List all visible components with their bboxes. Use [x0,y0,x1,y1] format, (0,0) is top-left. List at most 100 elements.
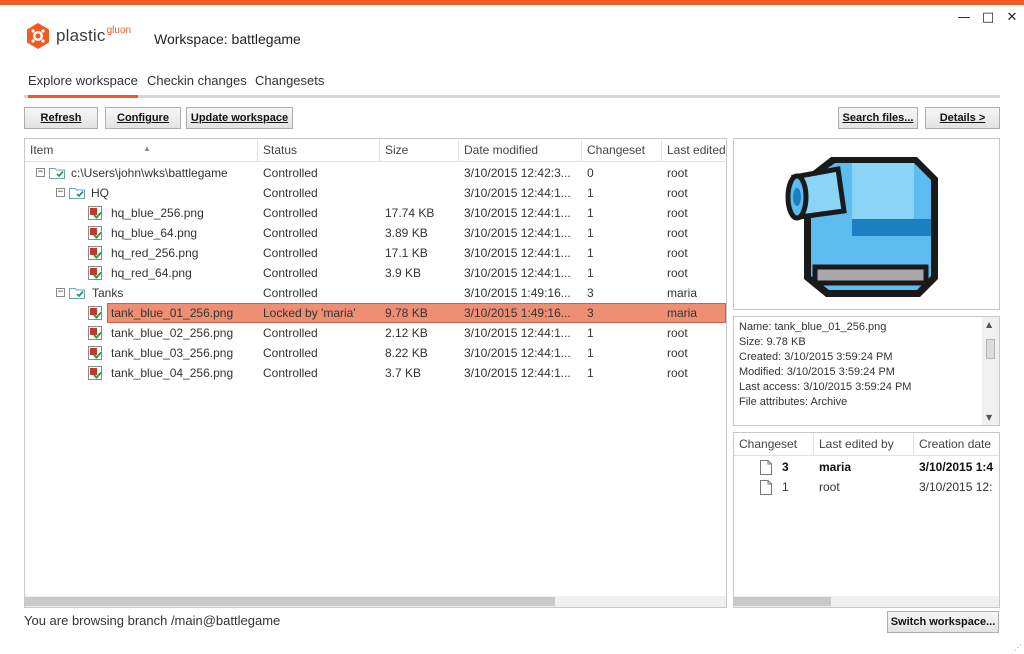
minimize-button[interactable]: — [952,8,976,26]
item-name: tank_blue_04_256.png [111,366,234,380]
table-row[interactable]: tank_blue_02_256.png Controlled 2.12 KB … [25,323,726,343]
tab-explore-workspace[interactable]: Explore workspace [28,72,138,98]
item-last-edited: root [667,326,688,340]
item-name: hq_blue_64.png [111,226,198,240]
item-last-edited: root [667,366,688,380]
main-tabs: Explore workspace Checkin changes Change… [24,72,1000,98]
configure-button[interactable]: Configure [105,107,181,129]
folder-controlled-icon [69,188,85,199]
item-date: 3/10/2015 12:44:1... [464,366,571,380]
table-row[interactable]: − Tanks Controlled 3/10/2015 1:49:16... … [25,283,726,303]
history-user: maria [819,460,852,474]
tab-changesets[interactable]: Changesets [255,72,324,95]
item-date: 3/10/2015 1:49:16... [464,306,571,320]
history-user: root [819,480,840,494]
column-header-changeset[interactable]: Changeset [582,139,662,162]
table-row-selected[interactable]: tank_blue_01_256.png Locked by 'maria' 9… [25,303,726,323]
table-row[interactable]: hq_red_64.png Controlled 3.9 KB 3/10/201… [25,263,726,283]
refresh-button[interactable]: Refresh [24,107,98,129]
grid-header: Item ▲ Status Size Date modified Changese… [25,139,726,162]
scroll-down-icon[interactable]: ▼ [986,413,992,422]
history-scrollbar-thumb[interactable] [734,597,831,606]
history-changeset: 1 [782,480,789,494]
collapse-toggle-icon[interactable]: − [36,168,45,177]
history-row[interactable]: 3 maria 3/10/2015 1:4 [734,457,999,477]
history-header-last-edited-by[interactable]: Last edited by [814,433,914,456]
column-header-item[interactable]: Item ▲ [25,139,258,162]
item-status: Controlled [263,186,318,200]
column-header-item-label: Item [30,143,54,157]
item-name: tank_blue_02_256.png [111,326,234,340]
folder-controlled-icon [49,168,65,179]
switch-workspace-button[interactable]: Switch workspace... [887,611,999,633]
history-horizontal-scrollbar[interactable] [734,596,999,607]
folder-controlled-icon [69,288,85,299]
image-file-locked-icon [88,306,102,320]
table-row[interactable]: − c:\Users\john\wks\battlegame Controlle… [25,163,726,183]
table-row[interactable]: hq_blue_64.png Controlled 3.89 KB 3/10/2… [25,223,726,243]
maximize-button[interactable]: □ [976,8,1000,26]
table-row[interactable]: hq_red_256.png Controlled 17.1 KB 3/10/2… [25,243,726,263]
image-file-controlled-icon [88,246,102,260]
image-preview-panel [733,138,1000,310]
collapse-toggle-icon[interactable]: − [56,188,65,197]
configure-button-label: Configure [117,112,169,124]
item-last-edited: root [667,166,688,180]
table-row[interactable]: − HQ Controlled 3/10/2015 12:44:1... 1 r… [25,183,726,203]
image-file-controlled-icon [88,226,102,240]
image-file-controlled-icon [88,266,102,280]
item-status: Locked by 'maria' [263,306,356,320]
info-scrollbar-thumb[interactable] [986,339,995,359]
info-last-access: Last access: 3/10/2015 3:59:24 PM [739,381,912,393]
info-vertical-scrollbar[interactable]: ▲ ▼ [982,317,999,425]
table-row[interactable]: tank_blue_03_256.png Controlled 8.22 KB … [25,343,726,363]
top-accent-bar [0,0,1024,5]
table-row[interactable]: hq_blue_256.png Controlled 17.74 KB 3/10… [25,203,726,223]
info-name: Name: tank_blue_01_256.png [739,321,887,333]
item-size: 8.22 KB [385,346,428,360]
logo-text: plastic [56,26,106,45]
item-changeset: 1 [587,326,594,340]
history-row[interactable]: 1 root 3/10/2015 12: [734,477,999,497]
update-workspace-button[interactable]: Update workspace [186,107,293,129]
update-workspace-button-label: Update workspace [190,112,289,124]
item-status: Controlled [263,226,318,240]
grid-scrollbar-thumb[interactable] [25,597,555,606]
item-status: Controlled [263,166,318,180]
item-last-edited: root [667,206,688,220]
column-header-date-modified[interactable]: Date modified [459,139,582,162]
item-size: 9.78 KB [385,306,428,320]
tank-preview-image [785,157,938,297]
column-header-status[interactable]: Status [258,139,380,162]
search-files-button-label: Search files... [842,112,914,124]
item-changeset: 1 [587,366,594,380]
image-file-controlled-icon [88,366,102,380]
item-status: Controlled [263,246,318,260]
table-row[interactable]: tank_blue_04_256.png Controlled 3.7 KB 3… [25,363,726,383]
item-date: 3/10/2015 12:44:1... [464,206,571,220]
details-button[interactable]: Details > [925,107,1000,129]
resize-grip-icon[interactable]: ⋰ [1014,643,1022,652]
history-header-creation-date[interactable]: Creation date [914,433,999,456]
close-button[interactable]: ✕ [1000,8,1024,26]
collapse-toggle-icon[interactable]: − [56,288,65,297]
app-logo: plastic gluon [24,22,131,50]
item-changeset: 3 [587,286,594,300]
item-changeset: 1 [587,266,594,280]
history-changeset: 3 [782,460,789,474]
column-header-last-edited[interactable]: Last edited [662,139,726,162]
scroll-up-icon[interactable]: ▲ [986,320,992,329]
item-date: 3/10/2015 12:44:1... [464,266,571,280]
image-file-controlled-icon [88,346,102,360]
item-last-edited: maria [667,286,698,300]
item-size: 17.1 KB [385,246,428,260]
history-header-changeset[interactable]: Changeset [734,433,814,456]
column-header-size[interactable]: Size [380,139,459,162]
tab-checkin-changes[interactable]: Checkin changes [147,72,247,95]
grid-horizontal-scrollbar[interactable] [25,596,726,607]
item-last-edited: root [667,226,688,240]
item-changeset: 0 [587,166,594,180]
item-changeset: 1 [587,246,594,260]
plastic-logo-icon [27,23,49,49]
search-files-button[interactable]: Search files... [838,107,918,129]
